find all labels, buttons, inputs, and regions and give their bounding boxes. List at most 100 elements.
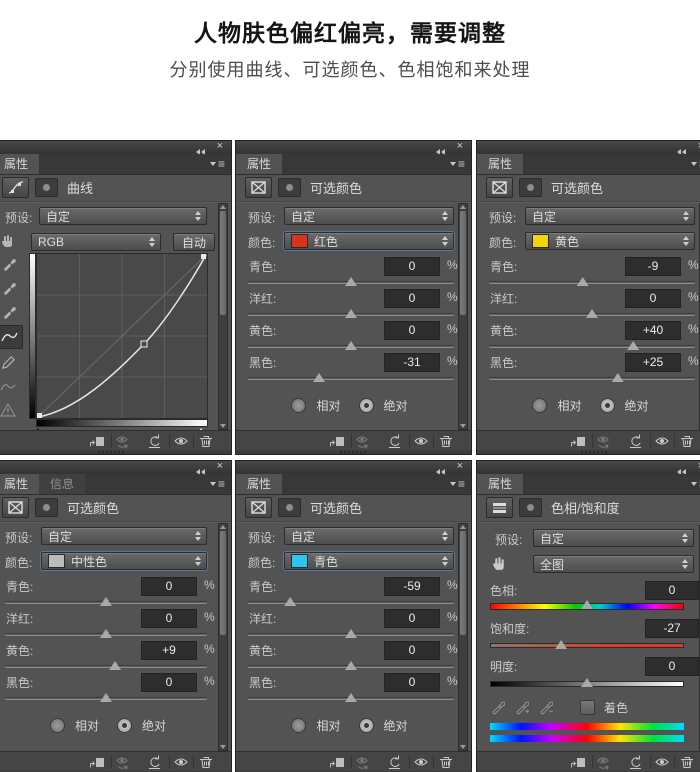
selective-color-icon[interactable]: [245, 177, 272, 198]
slider-thumb[interactable]: [345, 277, 357, 286]
view-previous-state-icon[interactable]: [116, 436, 128, 449]
slider-thumb[interactable]: [345, 693, 357, 702]
clip-to-layer-toggle-icon[interactable]: [35, 178, 58, 197]
yellow-value-field[interactable]: 0: [384, 321, 440, 340]
radio-absolute[interactable]: [358, 717, 374, 733]
scrollbar-thumb[interactable]: [460, 531, 466, 635]
close-panel-icon[interactable]: ×: [457, 141, 463, 153]
lightness-slider-track[interactable]: [490, 678, 684, 687]
gray-point-eyedropper-icon[interactable]: [0, 277, 21, 299]
scrollbar[interactable]: [218, 523, 228, 751]
slider-thumb[interactable]: [576, 277, 589, 286]
visibility-eye-icon[interactable]: [655, 758, 669, 765]
magenta-slider-track[interactable]: [489, 309, 695, 318]
yellow-value-field[interactable]: +9: [141, 641, 197, 660]
radio-relative[interactable]: [49, 717, 65, 733]
channel-dropdown[interactable]: RGB: [31, 233, 161, 251]
scrollbar[interactable]: [458, 523, 468, 751]
slider-thumb[interactable]: [345, 629, 357, 638]
color-dropdown[interactable]: 黄色: [525, 232, 695, 250]
yellow-value-field[interactable]: +40: [625, 321, 681, 340]
scrollbar-thumb[interactable]: [460, 211, 466, 315]
yellow-value-field[interactable]: 0: [384, 641, 440, 660]
eyedropper-icon[interactable]: [490, 700, 505, 715]
black-value-field[interactable]: -31: [384, 353, 440, 372]
visibility-eye-icon[interactable]: [414, 437, 428, 444]
slider-thumb[interactable]: [100, 629, 112, 638]
radio-absolute[interactable]: [599, 397, 615, 413]
targeted-adjustment-hand-icon[interactable]: [491, 555, 508, 571]
saturation-value-field[interactable]: -27: [645, 619, 699, 638]
radio-relative[interactable]: [532, 397, 548, 413]
preset-dropdown[interactable]: 自定: [525, 207, 695, 225]
cyan-value-field[interactable]: -9: [625, 257, 681, 276]
draw-curve-pencil-icon[interactable]: [0, 351, 21, 373]
cyan-slider-track[interactable]: [248, 597, 454, 606]
delete-trash-icon[interactable]: [681, 756, 693, 768]
reset-icon[interactable]: [389, 755, 400, 769]
slider-thumb[interactable]: [555, 640, 568, 649]
panel-menu-icon[interactable]: ≡: [449, 477, 465, 491]
black-slider-track[interactable]: [248, 373, 454, 382]
preset-dropdown[interactable]: 自定: [39, 207, 207, 225]
visibility-eye-icon[interactable]: [655, 437, 669, 444]
magenta-value-field[interactable]: 0: [141, 609, 197, 628]
magenta-slider-track[interactable]: [248, 309, 454, 318]
panel-menu-icon[interactable]: ≡: [209, 477, 225, 491]
slider-thumb[interactable]: [313, 373, 326, 382]
clip-to-layer-icon[interactable]: [90, 436, 105, 447]
panel-menu-icon[interactable]: ≡: [449, 157, 465, 171]
magenta-value-field[interactable]: 0: [625, 289, 681, 308]
reset-icon[interactable]: [149, 434, 160, 448]
clip-to-layer-toggle-icon[interactable]: [278, 498, 301, 517]
black-slider-track[interactable]: [489, 373, 695, 382]
slider-thumb[interactable]: [581, 678, 593, 687]
slider-thumb[interactable]: [345, 309, 357, 318]
tab-info[interactable]: 信息: [39, 474, 86, 494]
white-point-eyedropper-icon[interactable]: [0, 301, 21, 323]
preset-dropdown[interactable]: 自定: [533, 529, 694, 547]
black-point-eyedropper-icon[interactable]: [0, 253, 21, 275]
black-slider-track[interactable]: [248, 693, 454, 702]
curve-point[interactable]: [201, 254, 206, 259]
black-value-field[interactable]: 0: [384, 673, 440, 692]
cyan-slider-track[interactable]: [489, 277, 695, 286]
cyan-value-field[interactable]: -59: [384, 577, 440, 596]
view-previous-state-icon[interactable]: [356, 757, 368, 770]
reset-icon[interactable]: [149, 755, 160, 769]
clip-to-layer-toggle-icon[interactable]: [519, 178, 542, 197]
panel-resize-grip[interactable]: [0, 450, 231, 454]
view-previous-state-icon[interactable]: [116, 757, 128, 770]
scrollbar[interactable]: [458, 203, 468, 430]
cyan-slider-track[interactable]: [5, 597, 207, 606]
panel-menu-icon[interactable]: ≡: [209, 157, 225, 171]
radio-relative[interactable]: [291, 717, 307, 733]
curve-graph[interactable]: [36, 253, 208, 419]
scrollbar[interactable]: [218, 203, 228, 430]
clip-to-layer-icon[interactable]: [330, 757, 345, 768]
delete-trash-icon[interactable]: [440, 756, 452, 768]
lightness-value-field[interactable]: 0: [645, 657, 699, 676]
clip-to-layer-icon[interactable]: [571, 436, 586, 447]
view-previous-state-icon[interactable]: [597, 757, 609, 770]
slider-thumb[interactable]: [284, 597, 297, 606]
yellow-slider-track[interactable]: [248, 661, 454, 670]
color-dropdown[interactable]: 中性色: [40, 551, 208, 571]
slider-thumb[interactable]: [100, 597, 112, 606]
panel-resize-grip[interactable]: [236, 450, 471, 454]
visibility-eye-icon[interactable]: [174, 437, 188, 444]
auto-button[interactable]: 自动: [173, 233, 215, 251]
panel-menu-icon[interactable]: ≡: [690, 477, 700, 491]
magenta-value-field[interactable]: 0: [384, 609, 440, 628]
selective-color-icon[interactable]: [245, 497, 272, 518]
slider-thumb[interactable]: [345, 341, 357, 350]
reset-icon[interactable]: [630, 755, 641, 769]
close-panel-icon[interactable]: ×: [457, 461, 463, 473]
panel-resize-grip[interactable]: [477, 450, 700, 454]
hue-slider-track[interactable]: [490, 600, 684, 610]
cyan-value-field[interactable]: 0: [141, 577, 197, 596]
delete-trash-icon[interactable]: [200, 756, 212, 768]
clip-to-layer-icon[interactable]: [571, 757, 586, 768]
slider-thumb[interactable]: [345, 661, 357, 670]
tab-properties[interactable]: 属性: [477, 154, 524, 174]
